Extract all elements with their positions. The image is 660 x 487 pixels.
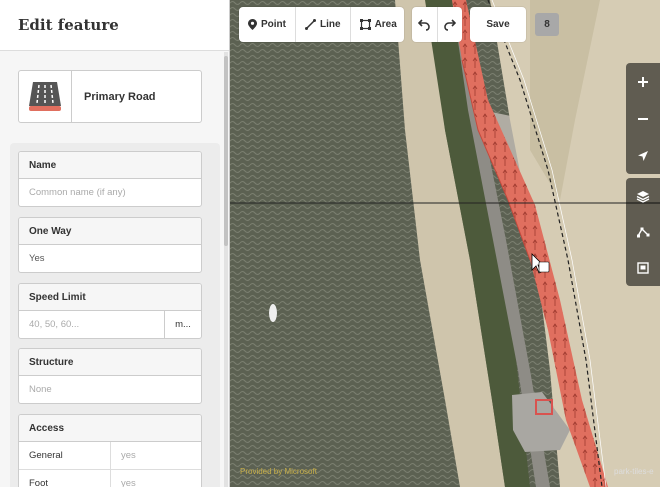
speed-limit-field: Speed Limit 40, 50, 60... m... — [18, 283, 202, 339]
imagery-attribution[interactable]: Provided by Microsoft — [240, 467, 317, 476]
name-field: Name Common name (if any) — [18, 151, 202, 207]
oneway-field-label: One Way — [19, 218, 201, 245]
redo-icon — [443, 18, 456, 31]
sidebar-header: Edit feature — [0, 0, 229, 51]
issues-button[interactable] — [626, 250, 660, 286]
structure-field: Structure None — [18, 348, 202, 404]
oneway-field: One Way Yes — [18, 217, 202, 273]
name-field-label: Name — [19, 152, 201, 179]
structure-field-label: Structure — [19, 349, 201, 376]
line-icon — [305, 19, 316, 30]
oneway-input[interactable]: Yes — [19, 245, 201, 272]
zoom-in-button[interactable] — [626, 63, 660, 100]
access-row: Foot yes — [19, 470, 201, 487]
location-arrow-icon — [638, 150, 648, 161]
history-toolbar — [412, 7, 462, 42]
minus-icon — [638, 117, 648, 120]
add-area-button[interactable]: Area — [351, 7, 406, 42]
redo-button[interactable] — [438, 7, 463, 42]
speed-limit-input[interactable]: 40, 50, 60... — [19, 311, 164, 338]
geolocate-button[interactable] — [626, 137, 660, 174]
access-row: General yes — [19, 442, 201, 470]
sidebar: Edit feature Primary Road Name Common na… — [0, 0, 230, 487]
name-input[interactable]: Common name (if any) — [19, 179, 201, 206]
edit-count-badge: 8 — [535, 13, 559, 36]
layers-icon — [636, 190, 650, 203]
access-foot-input[interactable]: yes — [111, 470, 201, 487]
imagery-attribution-right: park-tiles-e — [614, 467, 654, 476]
access-field-label: Access — [19, 415, 201, 442]
speed-unit-button[interactable]: m... — [164, 311, 201, 338]
add-point-button[interactable]: Point — [239, 7, 296, 42]
line-label: Line — [320, 19, 341, 30]
area-icon — [359, 19, 371, 30]
map-data-button[interactable] — [626, 214, 660, 250]
point-icon — [248, 19, 257, 30]
preset-button[interactable]: Primary Road — [18, 70, 202, 123]
plus-icon — [638, 76, 648, 87]
preset-name: Primary Road — [84, 90, 156, 103]
structure-input[interactable]: None — [19, 376, 201, 403]
sidebar-scroll-thumb[interactable] — [224, 56, 228, 246]
undo-button[interactable] — [412, 7, 438, 42]
area-label: Area — [374, 19, 397, 30]
save-button[interactable]: Save — [470, 7, 526, 42]
save-toolbar: Save — [470, 7, 526, 42]
panel-controls — [626, 178, 660, 286]
zoom-out-button[interactable] — [626, 100, 660, 137]
add-line-button[interactable]: Line — [296, 7, 351, 42]
satellite-imagery — [230, 0, 660, 487]
access-general-input[interactable]: yes — [111, 442, 201, 469]
zoom-controls — [626, 63, 660, 174]
undo-icon — [418, 18, 431, 31]
access-field: Access General yes Foot yes — [18, 414, 202, 487]
map-canvas[interactable]: Provided by Microsoft — [230, 0, 660, 487]
sidebar-title: Edit feature — [18, 16, 119, 34]
map-data-icon — [637, 227, 650, 238]
inspector-icon — [637, 262, 649, 274]
background-button[interactable] — [626, 178, 660, 214]
primary-road-icon — [19, 71, 72, 122]
point-label: Point — [261, 19, 286, 30]
access-key: Foot — [19, 470, 111, 487]
mode-toolbar: Point Line Area — [239, 7, 404, 42]
access-key: General — [19, 442, 111, 469]
speed-limit-field-label: Speed Limit — [19, 284, 201, 311]
